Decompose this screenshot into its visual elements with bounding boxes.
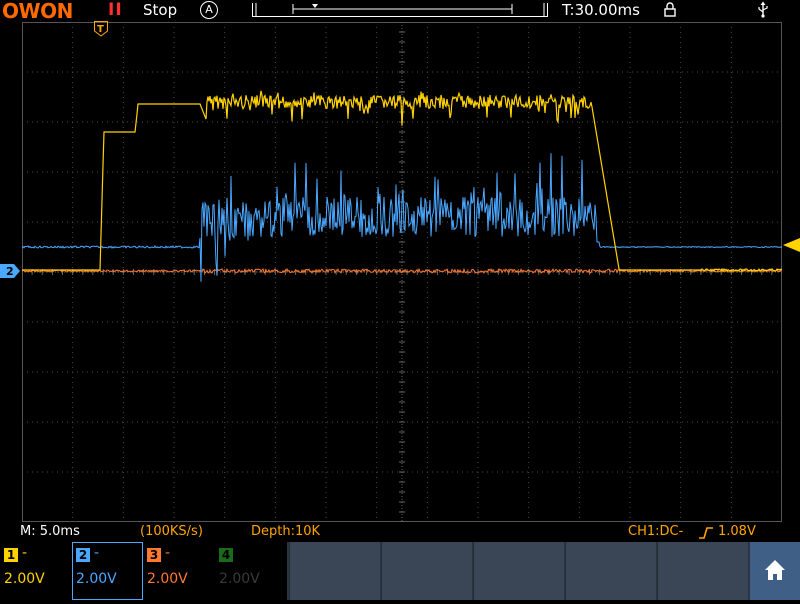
brand-logo: OWON — [2, 0, 73, 23]
ch2-marker-label: 2 — [6, 265, 14, 278]
trigger-mode-badge[interactable]: A — [200, 1, 218, 19]
home-button[interactable] — [750, 542, 800, 600]
sample-rate: (100KS/s) — [140, 524, 203, 539]
ch3-number: 3 — [147, 548, 161, 562]
trigger-level: 1.08V — [718, 524, 756, 539]
top-bar: OWON II Stop A T:30.00ms — [0, 0, 800, 23]
ch2-number: 2 — [76, 548, 90, 562]
trigger-coupling: CH1:DC- — [628, 524, 684, 539]
run-state-label[interactable]: Stop — [143, 1, 177, 19]
main-timebase: M: 5.0ms — [20, 524, 80, 539]
menu-slot-5[interactable] — [657, 542, 748, 600]
ch2-coupling: - — [94, 545, 100, 561]
trigger-position-icon — [312, 4, 318, 8]
bottom-menu: 1 - 2.00V 2 - 2.00V 3 - 2.00V 4 2.00V — [0, 542, 800, 600]
menu-slot-3[interactable] — [473, 542, 564, 600]
ch4-number: 4 — [219, 548, 233, 562]
ch1-info[interactable]: 1 - 2.00V — [0, 542, 72, 600]
memory-position-bar[interactable] — [252, 2, 548, 17]
home-icon — [765, 560, 785, 580]
trigger-position-marker[interactable]: T — [94, 21, 108, 37]
lock-icon — [664, 2, 676, 17]
waveform-canvas[interactable] — [22, 22, 782, 522]
ch4-info[interactable]: 4 2.00V — [215, 542, 287, 600]
ch1-coupling: - — [22, 545, 28, 561]
status-bar: M: 5.0ms (100KS/s) Depth:10K CH1:DC- 1.0… — [0, 523, 800, 541]
ch2-volts-div: 2.00V — [76, 571, 117, 587]
ch2-offset-marker[interactable]: 2 — [0, 264, 20, 278]
ch1-number: 1 — [4, 548, 18, 562]
ch3-coupling: - — [165, 545, 171, 561]
ch1-volts-div: 2.00V — [4, 571, 45, 587]
trigger-level-marker[interactable] — [783, 238, 800, 252]
ch1-trace — [22, 90, 782, 273]
ch3-info[interactable]: 3 - 2.00V — [143, 542, 215, 600]
run-stop-indicator[interactable]: II — [108, 0, 123, 20]
rising-edge-icon — [699, 527, 713, 539]
usb-icon — [758, 1, 768, 18]
trigger-marker-label: T — [97, 24, 104, 35]
timebase-readout[interactable]: T:30.00ms — [562, 1, 640, 19]
ch3-volts-div: 2.00V — [147, 571, 188, 587]
menu-slot-1[interactable] — [289, 542, 380, 600]
ch4-volts-div: 2.00V — [219, 571, 260, 587]
record-depth: Depth:10K — [251, 524, 321, 539]
menu-slot-4[interactable] — [565, 542, 656, 600]
waveform-display[interactable] — [22, 22, 782, 522]
menu-slot-2[interactable] — [381, 542, 472, 600]
ch2-info[interactable]: 2 - 2.00V — [72, 542, 143, 600]
